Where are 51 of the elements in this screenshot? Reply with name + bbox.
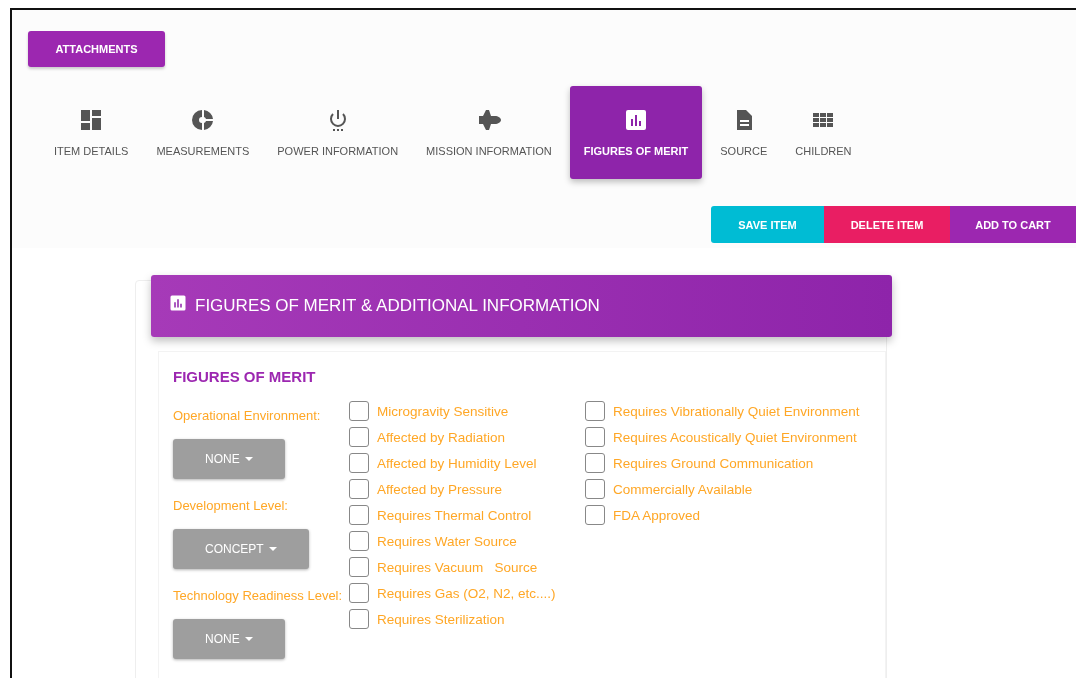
tab[interactable]: CHILDREN [785,86,862,179]
checkbox[interactable] [349,453,369,473]
tab[interactable]: MEASUREMENTS [146,86,260,179]
dashboard-icon [79,108,104,132]
checkbox-label: Affected by Radiation [377,429,506,447]
tab[interactable]: MISSION INFORMATION [416,86,562,179]
checkbox[interactable] [349,583,369,603]
checkbox-label: Requires Ground Communication [613,455,814,473]
checkbox-label: Affected by Pressure [377,481,503,499]
checkbox[interactable] [349,557,369,577]
checkbox[interactable] [349,479,369,499]
checkbox-label: Requires Vacuum Source [377,559,538,577]
checkbox[interactable] [585,453,605,473]
checkbox-label: Requires Gas (O2, N2, etc....) [377,585,556,603]
tab[interactable]: ITEM DETAILS [44,86,139,179]
attachments-button[interactable]: ATTACHMENTS [28,31,165,67]
field-label: Technology Readiness Level: [173,587,343,605]
caret-icon [244,637,253,641]
tab[interactable]: FIGURES OF MERIT [569,86,703,179]
checkbox-label: Affected by Humidity Level [377,455,537,473]
checkbox[interactable] [585,505,605,525]
checkbox[interactable] [349,505,369,525]
checkbox[interactable] [349,401,369,421]
checkbox-label: Requires Vibrationally Quiet Environment [613,403,860,421]
field-label: Development Level: [173,497,289,515]
tab[interactable]: SOURCE [710,86,778,179]
checkbox-label: Requires Water Source [377,533,517,551]
field-label: Operational Environment: [173,407,322,425]
bar-chart-icon [169,294,187,312]
checkbox-label: FDA Approved [613,507,701,525]
checkbox-label: Commercially Available [613,481,753,499]
card-title: FIGURES OF MERIT & ADDITIONAL INFORMATION [195,296,600,316]
delete-button[interactable]: DELETE ITEM [824,206,950,243]
add-to-cart-button[interactable]: ADD TO CART [950,206,1076,243]
space-shuttle-icon [476,108,501,132]
bar-chart-icon [624,108,648,132]
checkbox[interactable] [585,479,605,499]
checkbox[interactable] [349,609,369,629]
checkbox-label: Requires Thermal Control [377,507,532,525]
caret-icon [268,547,277,551]
checkbox[interactable] [585,427,605,447]
checkbox[interactable] [349,427,369,447]
checkbox[interactable] [585,401,605,421]
checkbox-label: Requires Acoustically Quiet Environment [613,429,857,447]
checkbox[interactable] [349,531,369,551]
section-title: FIGURES OF MERIT [173,368,317,385]
checkbox-label: Requires Sterilization [377,611,505,629]
checkbox-label: Microgravity Sensitive [377,403,509,421]
pie-chart-icon [190,108,215,132]
tab[interactable]: POWER INFORMATION [267,86,409,179]
caret-icon [244,457,253,461]
